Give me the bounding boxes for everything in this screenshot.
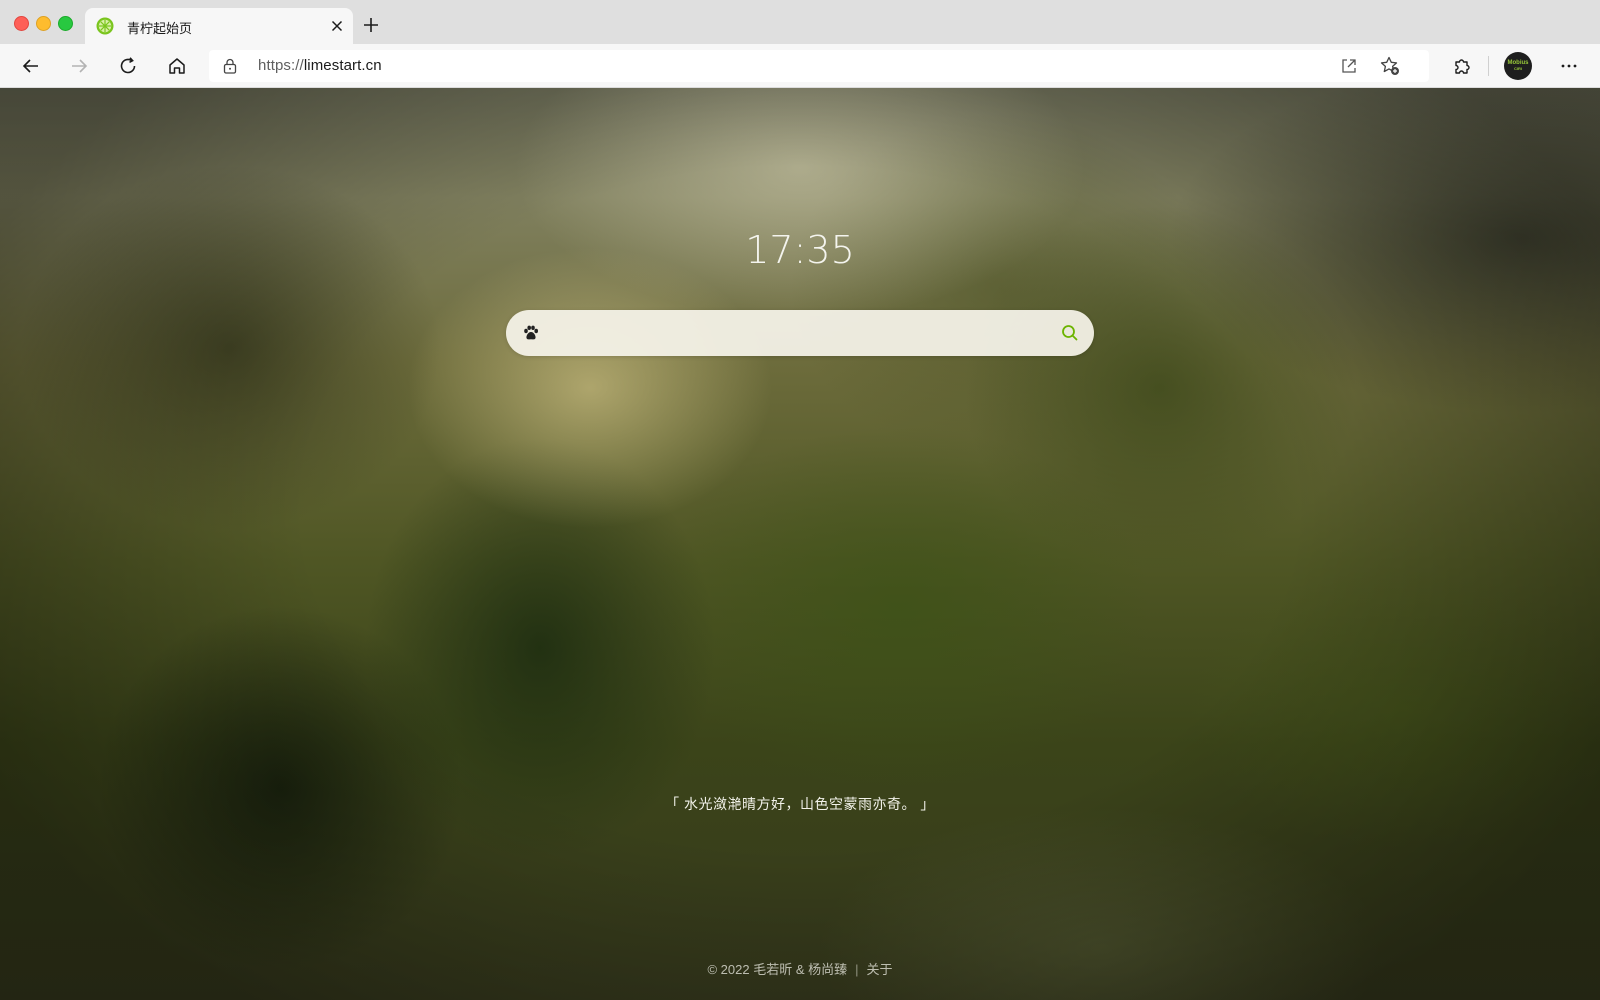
footer-about-link[interactable]: 关于 [867, 962, 893, 977]
open-in-app-icon[interactable] [1339, 56, 1359, 76]
start-page: 17:35 「 水光潋滟晴方好，山色空蒙雨亦奇。 」 © 2022 毛若昕 & … [0, 88, 1600, 1000]
new-tab-button[interactable] [360, 14, 382, 36]
profile-sublabel: CIRI [1514, 66, 1522, 71]
minimize-window-button[interactable] [36, 16, 51, 31]
tab-active[interactable]: 青柠起始页 [85, 8, 353, 44]
lime-favicon-icon [96, 17, 114, 35]
toolbar-divider [1488, 56, 1489, 76]
reload-button[interactable] [112, 50, 144, 82]
browser-toolbar: https://limestart.cn Mobius CIRI [0, 44, 1600, 88]
footer-copyright: © 2022 毛若昕 & 杨尚臻 [707, 962, 848, 977]
arrow-right-icon [72, 59, 88, 73]
search-box[interactable] [506, 310, 1094, 356]
maximize-window-button[interactable] [58, 16, 73, 31]
footer-separator: | [855, 962, 859, 977]
reload-icon [120, 57, 136, 74]
extensions-button[interactable] [1446, 50, 1478, 82]
daily-quote: 「 水光潋滟晴方好，山色空蒙雨亦奇。 」 [665, 796, 935, 812]
add-favorite-icon[interactable] [1379, 55, 1401, 77]
footer: © 2022 毛若昕 & 杨尚臻 | 关于 [0, 959, 1600, 978]
address-bar[interactable]: https://limestart.cn [209, 50, 1429, 82]
search-input[interactable] [552, 318, 1036, 350]
arrow-left-icon [22, 59, 38, 73]
tab-close-icon[interactable] [327, 16, 347, 36]
more-dots-icon [1561, 64, 1577, 68]
url-text: https://limestart.cn [258, 57, 382, 74]
background-image [0, 88, 1600, 1000]
baidu-paw-icon[interactable] [522, 324, 540, 342]
clock: 17:35 [745, 228, 855, 272]
more-menu-button[interactable] [1553, 50, 1585, 82]
tab-title: 青柠起始页 [127, 21, 193, 36]
back-button[interactable] [15, 50, 47, 82]
home-button[interactable] [161, 50, 193, 82]
search-icon[interactable] [1060, 323, 1080, 343]
forward-button[interactable] [63, 50, 95, 82]
close-window-button[interactable] [14, 16, 29, 31]
tab-strip: 青柠起始页 [0, 0, 1600, 45]
lock-icon[interactable] [223, 58, 237, 74]
puzzle-icon [1455, 59, 1470, 74]
home-icon [169, 58, 185, 74]
profile-avatar[interactable]: Mobius CIRI [1504, 52, 1532, 80]
